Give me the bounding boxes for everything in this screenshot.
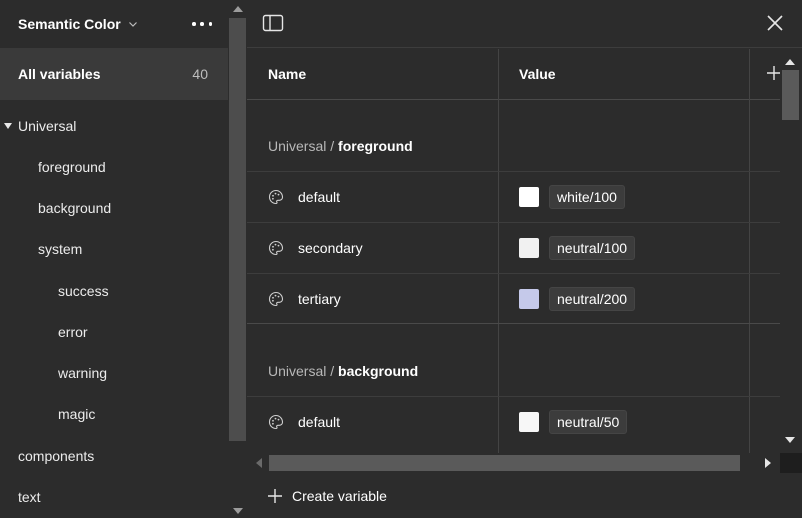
sidebar-item-foreground[interactable]: foreground — [0, 148, 228, 186]
column-header-value[interactable]: Value — [519, 49, 556, 99]
sidebar-item-label: warning — [58, 365, 108, 381]
color-swatch[interactable] — [519, 187, 539, 207]
variable-name: default — [298, 189, 341, 205]
sidebar-item-label: foreground — [38, 159, 106, 175]
group-separator: / — [326, 138, 339, 154]
table-row[interactable]: tertiary neutral/200 — [247, 273, 780, 324]
scroll-left-arrow-icon[interactable] — [256, 458, 262, 468]
all-variables-label: All variables — [18, 66, 101, 82]
column-header-name[interactable]: Name — [268, 49, 306, 99]
group-prefix: Universal — [268, 363, 327, 379]
variable-value-cell[interactable]: neutral/50 — [519, 397, 628, 447]
table-vertical-scrollbar[interactable] — [780, 49, 802, 453]
variable-name: tertiary — [298, 291, 341, 307]
group-title-background: Universal / background — [268, 363, 418, 379]
sidebar-item-label: magic — [58, 406, 96, 422]
create-variable-label: Create variable — [292, 487, 387, 504]
palette-icon — [268, 240, 284, 256]
sidebar-item-success[interactable]: success — [0, 272, 228, 310]
scroll-right-arrow-icon[interactable] — [765, 458, 771, 468]
sidebar-item-text[interactable]: text — [0, 478, 228, 516]
collection-title[interactable]: Semantic Color — [18, 16, 121, 32]
group-name: background — [338, 363, 419, 379]
sidebar-item-universal[interactable]: Universal — [0, 107, 228, 145]
sidebar-item-error[interactable]: error — [0, 313, 228, 351]
value-alias-pill[interactable]: white/100 — [549, 185, 625, 209]
variable-value-cell[interactable]: neutral/200 — [519, 274, 636, 324]
sidebar-item-label: text — [18, 489, 41, 505]
sidebar-item-label: components — [18, 448, 95, 464]
scroll-up-arrow-icon[interactable] — [785, 59, 795, 65]
variable-name-cell[interactable]: default — [268, 172, 340, 222]
table-header: Name Value — [247, 49, 780, 100]
group-title-foreground: Universal / foreground — [268, 138, 413, 154]
sidebar-item-label: Universal — [18, 118, 77, 134]
sidebar-item-label: system — [38, 241, 83, 257]
scroll-up-arrow-icon[interactable] — [233, 6, 243, 12]
table-row[interactable]: default neutral/50 — [247, 396, 780, 447]
value-alias-pill[interactable]: neutral/100 — [549, 236, 636, 260]
sidebar-scrollbar-thumb[interactable] — [229, 18, 246, 441]
scroll-down-arrow-icon[interactable] — [785, 437, 795, 443]
color-swatch[interactable] — [519, 289, 539, 309]
variable-value-cell[interactable]: white/100 — [519, 172, 625, 222]
caret-down-icon[interactable] — [4, 123, 12, 129]
variable-name-cell[interactable]: secondary — [268, 223, 363, 273]
sidebar-item-warning[interactable]: warning — [0, 354, 228, 392]
sidebar-item-background[interactable]: background — [0, 189, 228, 227]
sidebar-item-system[interactable]: system — [0, 230, 228, 268]
panel-left-icon[interactable] — [262, 13, 284, 33]
panel-toolbar — [247, 0, 802, 48]
vertical-scrollbar-thumb[interactable] — [782, 70, 799, 120]
palette-icon — [268, 291, 284, 307]
sidebar-item-label: error — [58, 324, 88, 340]
palette-icon — [268, 414, 284, 430]
horizontal-scrollbar-thumb[interactable] — [269, 455, 740, 471]
variable-name: secondary — [298, 240, 363, 256]
sidebar-item-label: success — [58, 283, 109, 299]
plus-icon — [268, 488, 282, 503]
variable-name: default — [298, 414, 341, 430]
table-row[interactable]: secondary neutral/100 — [247, 222, 780, 273]
variables-table: Name Value Universal / foreground defaul… — [247, 49, 780, 453]
variables-panel: Name Value Universal / foreground defaul… — [247, 0, 802, 518]
group-prefix: Universal — [268, 138, 327, 154]
group-name: foreground — [338, 138, 413, 154]
color-swatch[interactable] — [519, 412, 539, 432]
create-variable-button[interactable]: Create variable — [247, 473, 802, 518]
all-variables-count: 40 — [192, 66, 208, 82]
table-row[interactable]: default white/100 — [247, 171, 780, 222]
add-column-plus-icon[interactable] — [767, 66, 780, 80]
group-separator: / — [326, 363, 339, 379]
sidebar-item-magic[interactable]: magic — [0, 395, 228, 433]
sidebar: Semantic Color All variables 40 Universa… — [0, 0, 228, 518]
variable-value-cell[interactable]: neutral/100 — [519, 223, 636, 273]
scroll-down-arrow-icon[interactable] — [233, 508, 243, 514]
close-icon[interactable] — [766, 14, 784, 32]
table-horizontal-scrollbar[interactable] — [247, 453, 780, 473]
value-alias-pill[interactable]: neutral/50 — [549, 410, 628, 434]
value-alias-pill[interactable]: neutral/200 — [549, 287, 636, 311]
sidebar-item-components[interactable]: components — [0, 437, 228, 475]
variable-name-cell[interactable]: default — [268, 397, 340, 447]
variable-name-cell[interactable]: tertiary — [268, 274, 341, 324]
sidebar-item-label: background — [38, 200, 112, 216]
palette-icon — [268, 189, 284, 205]
scrollbar-corner — [780, 453, 802, 473]
color-swatch[interactable] — [519, 238, 539, 258]
chevron-down-icon[interactable] — [127, 18, 139, 30]
more-horizontal-icon[interactable] — [192, 17, 212, 31]
sidebar-scrollbar[interactable] — [228, 0, 247, 518]
sidebar-item-all-variables[interactable]: All variables 40 — [0, 48, 228, 100]
